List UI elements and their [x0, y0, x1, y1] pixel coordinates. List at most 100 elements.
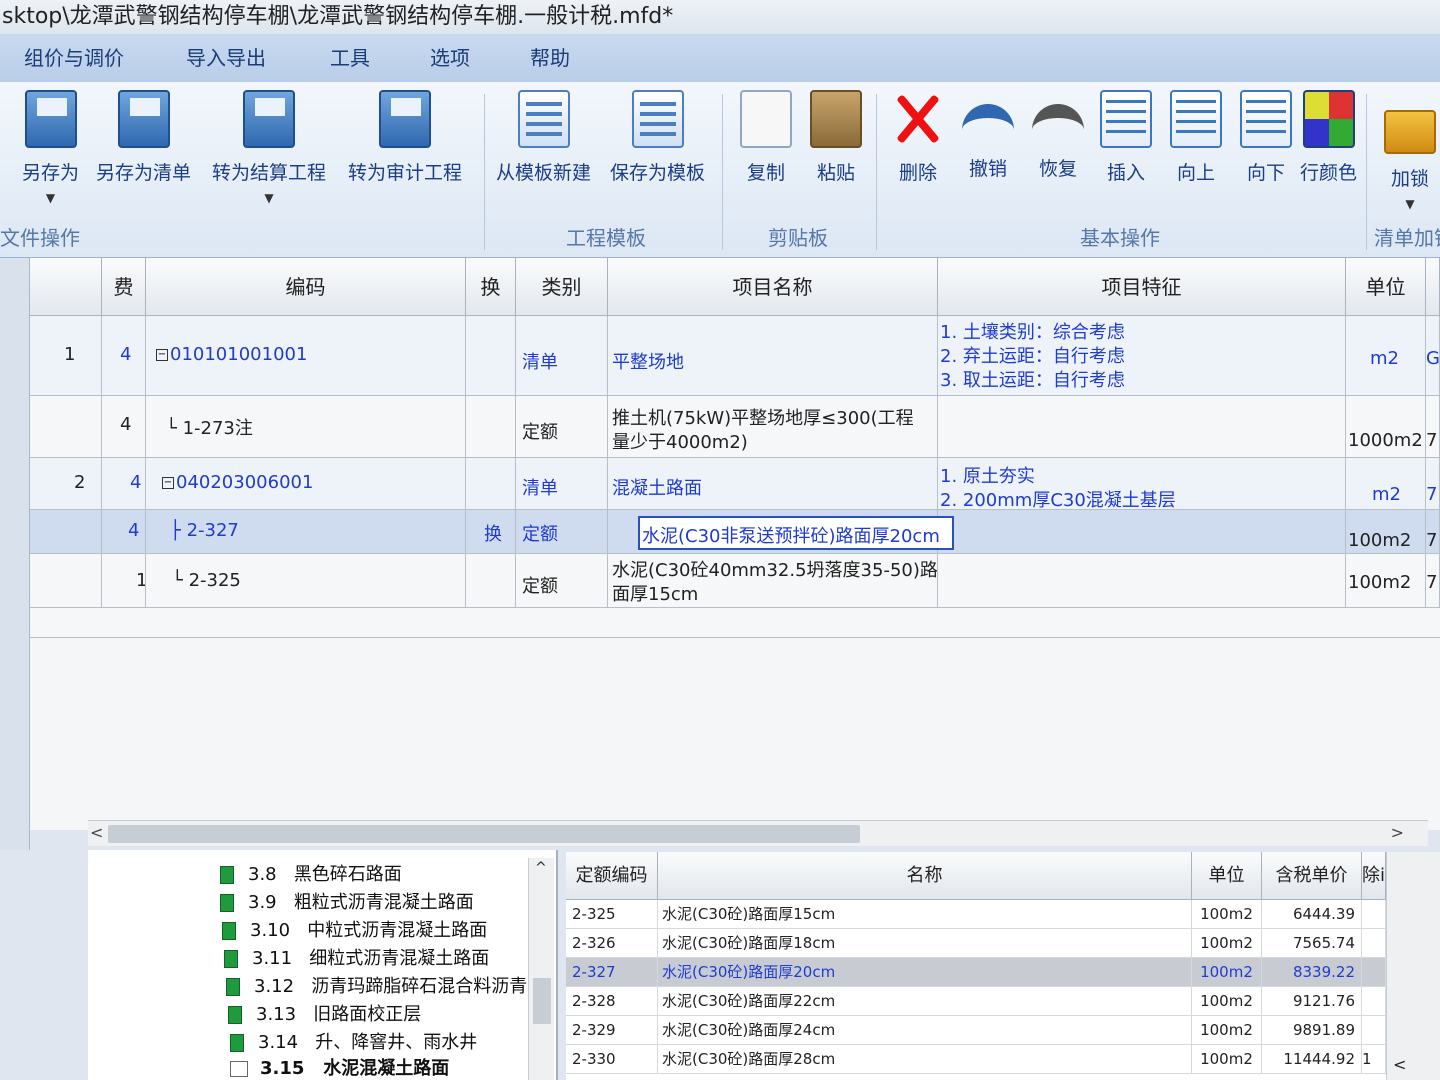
chevron-down-icon: ▼ — [1405, 197, 1415, 211]
tree-vertical-scrollbar[interactable]: ^ — [528, 858, 554, 1080]
ribbon-separator — [722, 94, 723, 250]
arrow-right-icon[interactable]: > — [1391, 823, 1404, 842]
group-clipboard: 剪贴板 — [768, 226, 828, 250]
table-row[interactable]: 1 4 −010101001001 清单 平整场地 1. 土壤类别：综合考虑 2… — [30, 316, 1440, 396]
window-title: sktop\龙潭武警钢结构停车棚\龙潭武警钢结构停车棚.一般计税.mfd* — [0, 0, 1440, 34]
quota-row[interactable]: 2-326 水泥(C30砼)路面厚18cm 100m2 7565.74 — [566, 929, 1386, 958]
arrow-up-icon[interactable]: ^ — [535, 860, 547, 876]
header-code[interactable]: 编码 — [146, 258, 466, 316]
save-icon — [24, 90, 77, 148]
book-icon — [230, 1061, 248, 1077]
group-file-ops: 文件操作 — [0, 226, 80, 250]
quota-row[interactable]: 2-330 水泥(C30砼)路面厚28cm 100m2 11444.92 1 — [566, 1045, 1386, 1074]
tree-node-selected[interactable]: 3.15 水泥混凝土路面 — [230, 1054, 449, 1080]
convert-settlement-button[interactable]: 转为结算工程 ▼ — [212, 90, 326, 205]
ribbon-separator — [876, 94, 877, 250]
header-name[interactable]: 项目名称 — [608, 258, 938, 316]
delete-button[interactable]: 删除 — [892, 90, 944, 185]
undo-button[interactable]: 撤销 — [962, 90, 1014, 181]
leaf-icon — [220, 866, 234, 884]
group-lock: 清单加锁 — [1374, 226, 1440, 250]
header-extra — [1426, 258, 1440, 316]
quota-row[interactable]: 2-325 水泥(C30砼)路面厚15cm 100m2 6444.39 — [566, 900, 1386, 929]
menu-pricing[interactable]: 组价与调价 — [24, 42, 124, 71]
leaf-icon — [220, 894, 234, 912]
table-row-empty[interactable] — [30, 608, 1440, 638]
move-down-icon — [1240, 90, 1292, 148]
paste-button[interactable]: 粘贴 — [810, 90, 862, 185]
quota-row-selected[interactable]: 2-327 水泥(C30砼)路面厚20cm 100m2 8339.22 — [566, 958, 1386, 987]
row-color-icon — [1302, 90, 1355, 148]
tree-node[interactable]: 3.11 细粒式沥青混凝土路面 — [224, 944, 489, 970]
cell-editor[interactable]: 水泥(C30非泵送预拌砼)路面厚20cm — [638, 516, 954, 550]
quota-vertical-scrollbar[interactable]: < — [1386, 852, 1440, 1080]
save-as-button[interactable]: 另存为 ▼ — [22, 90, 79, 205]
tree-node[interactable]: 3.13 旧路面校正层 — [228, 1000, 421, 1026]
template-save-icon — [631, 90, 684, 148]
tree-node[interactable]: 3.14 升、降窨井、雨水井 — [230, 1028, 477, 1054]
header-fee[interactable]: 费 — [102, 258, 146, 316]
leaf-icon — [222, 922, 236, 940]
copy-button[interactable]: 复制 — [740, 90, 792, 185]
header-type[interactable]: 类别 — [516, 258, 608, 316]
arrow-left-icon[interactable]: < — [90, 823, 103, 842]
redo-icon — [1032, 104, 1084, 144]
insert-button[interactable]: 插入 — [1100, 90, 1152, 185]
tree-node[interactable]: 3.9 粗粒式沥青混凝土路面 — [220, 888, 474, 914]
quota-row[interactable]: 2-329 水泥(C30砼)路面厚24cm 100m2 9891.89 — [566, 1016, 1386, 1045]
ribbon-separator — [1366, 94, 1367, 250]
table-row[interactable]: 2 4 −040203006001 清单 混凝土路面 1. 原土夯实 2. 20… — [30, 458, 1440, 510]
move-down-button[interactable]: 向下 — [1240, 90, 1292, 185]
header-unit[interactable]: 单位 — [1346, 258, 1426, 316]
template-new-icon — [517, 90, 570, 148]
quota-header-name[interactable]: 名称 — [658, 852, 1192, 900]
left-panel-strip — [0, 258, 30, 850]
collapse-icon[interactable]: − — [156, 349, 168, 361]
leaf-icon — [228, 1006, 242, 1024]
scrollbar-thumb[interactable] — [533, 978, 551, 1024]
save-as-template-button[interactable]: 保存为模板 — [610, 90, 705, 185]
header-feature[interactable]: 项目特征 — [938, 258, 1346, 316]
paste-icon — [810, 90, 862, 148]
leaf-icon — [224, 950, 238, 968]
tree-node[interactable]: 3.10 中粒式沥青混凝土路面 — [222, 916, 487, 942]
horizontal-scrollbar[interactable]: < > — [88, 820, 1428, 846]
ribbon-separator — [484, 94, 485, 250]
row-color-button[interactable]: 行颜色 — [1300, 90, 1357, 185]
quota-header-code[interactable]: 定额编码 — [566, 852, 658, 900]
audit-icon — [379, 90, 431, 148]
table-row[interactable]: 1 └ 2-325 定额 水泥(C30砼40mm32.5坍落度35-50)路 面… — [30, 554, 1440, 608]
scrollbar-thumb[interactable] — [108, 825, 860, 843]
header-swap[interactable]: 换 — [466, 258, 516, 316]
quota-header-price[interactable]: 含税单价 — [1262, 852, 1362, 900]
tree-node[interactable]: 3.8 黑色碎石路面 — [220, 860, 402, 886]
quota-table: 定额编码 名称 单位 含税单价 除i 2-325 水泥(C30砼)路面厚15cm… — [566, 852, 1440, 1080]
group-basic-ops: 基本操作 — [1080, 226, 1160, 250]
lock-button[interactable]: 加锁 ▼ — [1384, 90, 1436, 211]
main-grid: 费 编码 换 类别 项目名称 项目特征 单位 1 4 −010101001001… — [30, 258, 1440, 830]
move-up-button[interactable]: 向上 — [1170, 90, 1222, 185]
redo-button[interactable]: 恢复 — [1032, 90, 1084, 181]
lock-icon — [1384, 110, 1436, 154]
menu-import-export[interactable]: 导入导出 — [186, 42, 266, 71]
collapse-icon[interactable]: − — [162, 477, 174, 489]
save-as-list-button[interactable]: 另存为清单 — [96, 90, 191, 185]
group-template: 工程模板 — [566, 226, 646, 250]
quota-header-extra[interactable]: 除i — [1362, 852, 1386, 900]
menu-options[interactable]: 选项 — [430, 42, 470, 71]
quota-row[interactable]: 2-328 水泥(C30砼)路面厚22cm 100m2 9121.76 — [566, 987, 1386, 1016]
copy-icon — [740, 90, 792, 148]
move-up-icon — [1170, 90, 1222, 148]
leaf-icon — [226, 978, 240, 996]
table-row[interactable]: 4 └ 1-273注 定额 推土机(75kW)平整场地厚≤300(工程 量少于4… — [30, 396, 1440, 458]
menu-help[interactable]: 帮助 — [530, 42, 570, 71]
new-from-template-button[interactable]: 从模板新建 — [496, 90, 591, 185]
undo-icon — [962, 104, 1014, 144]
arrow-left-icon[interactable]: < — [1393, 1055, 1406, 1074]
settlement-icon — [243, 90, 295, 148]
quota-chapter-tree: 3.8 黑色碎石路面 3.9 粗粒式沥青混凝土路面 3.10 中粒式沥青混凝土路… — [88, 850, 558, 1080]
menu-tools[interactable]: 工具 — [330, 42, 370, 71]
tree-node[interactable]: 3.12 沥青玛蹄脂碎石混合料沥青 — [226, 972, 527, 998]
quota-header-unit[interactable]: 单位 — [1192, 852, 1262, 900]
convert-audit-button[interactable]: 转为审计工程 — [348, 90, 462, 185]
